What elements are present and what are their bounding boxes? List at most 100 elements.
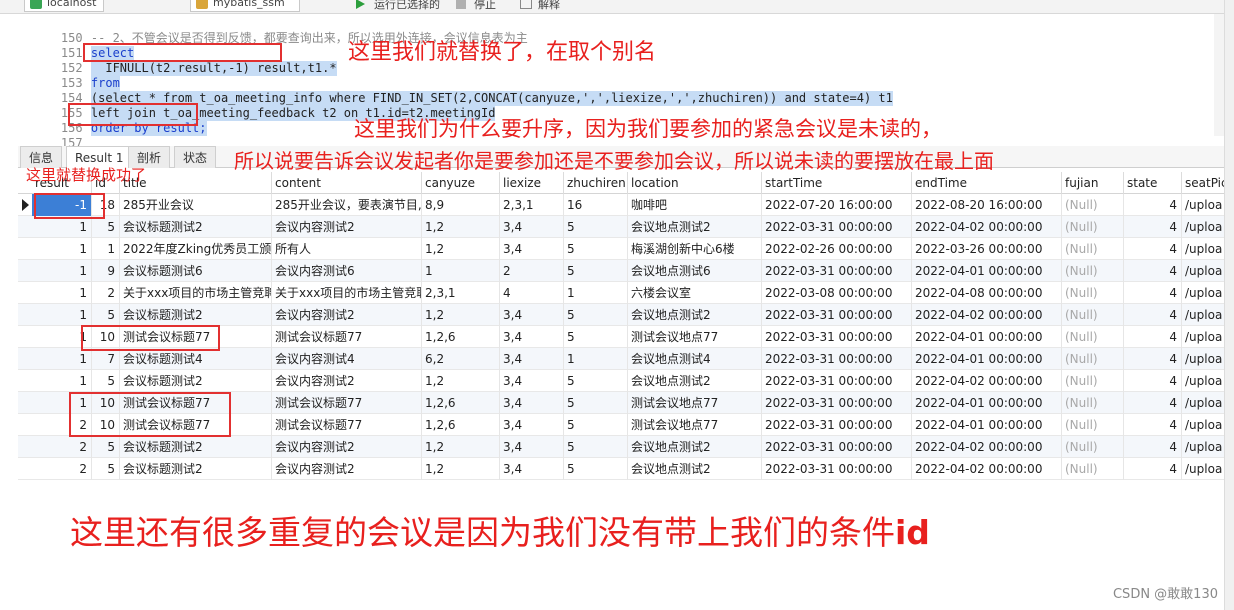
table-cell-result[interactable]: 2 [32,436,92,458]
table-cell-startTime[interactable]: 2022-03-31 00:00:00 [762,458,912,480]
table-cell-location[interactable]: 测试会议地点77 [628,392,762,414]
table-cell-title[interactable]: 285开业会议 [120,194,272,216]
table-cell-canyuze[interactable]: 6,2 [422,348,500,370]
column-header[interactable]: state [1124,172,1182,194]
table-cell-state[interactable]: 4 [1124,304,1182,326]
table-cell-title[interactable]: 关于xxx项目的市场主管竞聘 [120,282,272,304]
table-cell-content[interactable]: 285开业会议，要表演节目, [272,194,422,216]
table-cell-state[interactable]: 4 [1124,348,1182,370]
column-header[interactable]: liexize [500,172,564,194]
table-cell-endTime[interactable]: 2022-04-02 00:00:00 [912,370,1062,392]
table-cell-canyuze[interactable]: 1,2 [422,238,500,260]
table-cell-liexize[interactable]: 3,4 [500,326,564,348]
table-row[interactable]: -1 18 285开业会议 285开业会议，要表演节目, 8,9 2,3,1 16 咖啡吧 20… [18,194,1234,216]
table-cell-liexize[interactable]: 3,4 [500,392,564,414]
table-cell-endTime[interactable]: 2022-04-08 00:00:00 [912,282,1062,304]
column-header[interactable]: startTime [762,172,912,194]
table-cell-fujian[interactable]: (Null) [1062,282,1124,304]
table-cell-result[interactable]: 2 [32,458,92,480]
table-cell-fujian[interactable]: (Null) [1062,216,1124,238]
table-cell-liexize[interactable]: 3,4 [500,348,564,370]
table-cell-endTime[interactable]: 2022-04-02 00:00:00 [912,436,1062,458]
table-cell-canyuze[interactable]: 2,3,1 [422,282,500,304]
table-cell-zhuchiren[interactable]: 5 [564,414,628,436]
table-cell-fujian[interactable]: (Null) [1062,348,1124,370]
table-cell-location[interactable]: 会议地点测试6 [628,260,762,282]
table-cell-fujian[interactable]: (Null) [1062,304,1124,326]
table-cell-zhuchiren[interactable]: 16 [564,194,628,216]
table-cell-location[interactable]: 会议地点测试2 [628,304,762,326]
table-cell-startTime[interactable]: 2022-03-31 00:00:00 [762,414,912,436]
table-cell-location[interactable]: 测试会议地点77 [628,414,762,436]
table-cell-canyuze[interactable]: 1,2 [422,216,500,238]
table-cell-content[interactable]: 会议内容测试6 [272,260,422,282]
table-cell-content[interactable]: 测试会议标题77 [272,414,422,436]
run-selected-button[interactable]: 运行已选择的 [356,0,440,12]
table-row[interactable]: 1 2 关于xxx项目的市场主管竞聘 关于xxx项目的市场主管竞聘 2,3,1 4 1 六楼会… [18,282,1234,304]
table-cell-state[interactable]: 4 [1124,414,1182,436]
table-cell-startTime[interactable]: 2022-03-31 00:00:00 [762,348,912,370]
table-cell-liexize[interactable]: 3,4 [500,304,564,326]
table-cell-startTime[interactable]: 2022-03-31 00:00:00 [762,326,912,348]
table-cell-endTime[interactable]: 2022-04-01 00:00:00 [912,392,1062,414]
table-cell-liexize[interactable]: 4 [500,282,564,304]
table-cell-state[interactable]: 4 [1124,282,1182,304]
table-row[interactable]: 1 5 会议标题测试2 会议内容测试2 1,2 3,4 5 会议地点测试2 2022-03-31… [18,216,1234,238]
table-row[interactable]: 1 5 会议标题测试2 会议内容测试2 1,2 3,4 5 会议地点测试2 2022-03-31… [18,370,1234,392]
table-cell-startTime[interactable]: 2022-03-31 00:00:00 [762,216,912,238]
table-cell-content[interactable]: 测试会议标题77 [272,392,422,414]
table-cell-location[interactable]: 会议地点测试2 [628,216,762,238]
table-cell-id[interactable]: 5 [92,304,120,326]
table-cell-title[interactable]: 会议标题测试2 [120,216,272,238]
table-cell-zhuchiren[interactable]: 5 [564,216,628,238]
table-cell-canyuze[interactable]: 1,2,6 [422,414,500,436]
table-cell-content[interactable]: 测试会议标题77 [272,326,422,348]
tab-connection[interactable]: localhost [24,0,104,12]
table-cell-id[interactable]: 9 [92,260,120,282]
table-cell-location[interactable]: 测试会议地点77 [628,326,762,348]
table-cell-state[interactable]: 4 [1124,238,1182,260]
table-cell-fujian[interactable]: (Null) [1062,238,1124,260]
table-cell-location[interactable]: 会议地点测试2 [628,458,762,480]
table-cell-canyuze[interactable]: 1,2 [422,458,500,480]
table-cell-liexize[interactable]: 3,4 [500,238,564,260]
table-cell-liexize[interactable]: 3,4 [500,216,564,238]
table-cell-content[interactable]: 会议内容测试2 [272,370,422,392]
stop-button[interactable]: 停止 [456,0,496,12]
table-cell-result[interactable]: 1 [32,282,92,304]
table-cell-canyuze[interactable]: 1,2 [422,304,500,326]
table-cell-content[interactable]: 会议内容测试2 [272,216,422,238]
table-cell-result[interactable]: 1 [32,348,92,370]
table-cell-id[interactable]: 5 [92,436,120,458]
table-cell-fujian[interactable]: (Null) [1062,326,1124,348]
table-cell-fujian[interactable]: (Null) [1062,260,1124,282]
table-cell-fujian[interactable]: (Null) [1062,436,1124,458]
table-cell-zhuchiren[interactable]: 5 [564,260,628,282]
table-cell-endTime[interactable]: 2022-04-02 00:00:00 [912,216,1062,238]
table-cell-location[interactable]: 咖啡吧 [628,194,762,216]
table-cell-result[interactable]: 1 [32,370,92,392]
table-cell-endTime[interactable]: 2022-04-01 00:00:00 [912,348,1062,370]
table-cell-endTime[interactable]: 2022-04-01 00:00:00 [912,414,1062,436]
table-row[interactable]: 1 1 2022年度Zking优秀员工颁奖 所有人 1,2 3,4 5 梅溪湖创新中心6楼 20… [18,238,1234,260]
table-cell-liexize[interactable]: 3,4 [500,436,564,458]
table-cell-id[interactable]: 1 [92,238,120,260]
table-cell-liexize[interactable]: 3,4 [500,370,564,392]
table-cell-title[interactable]: 会议标题测试2 [120,370,272,392]
table-cell-title[interactable]: 会议标题测试2 [120,436,272,458]
table-cell-id[interactable]: 5 [92,458,120,480]
table-row[interactable]: 1 5 会议标题测试2 会议内容测试2 1,2 3,4 5 会议地点测试2 2022-03-31… [18,304,1234,326]
table-cell-id[interactable]: 2 [92,282,120,304]
table-cell-id[interactable]: 5 [92,370,120,392]
table-cell-title[interactable]: 2022年度Zking优秀员工颁奖 [120,238,272,260]
table-cell-startTime[interactable]: 2022-03-31 00:00:00 [762,260,912,282]
table-cell-state[interactable]: 4 [1124,194,1182,216]
table-cell-state[interactable]: 4 [1124,370,1182,392]
table-cell-zhuchiren[interactable]: 5 [564,370,628,392]
table-cell-zhuchiren[interactable]: 5 [564,392,628,414]
table-row[interactable]: 19 会议标题测试6 会议内容测试6 1 2 5 会议地点测试6 2022-03-31 … [18,260,1234,282]
table-cell-zhuchiren[interactable]: 5 [564,238,628,260]
table-cell-startTime[interactable]: 2022-07-20 16:00:00 [762,194,912,216]
table-cell-id[interactable]: 7 [92,348,120,370]
editor-scrollbar[interactable] [1214,14,1224,136]
